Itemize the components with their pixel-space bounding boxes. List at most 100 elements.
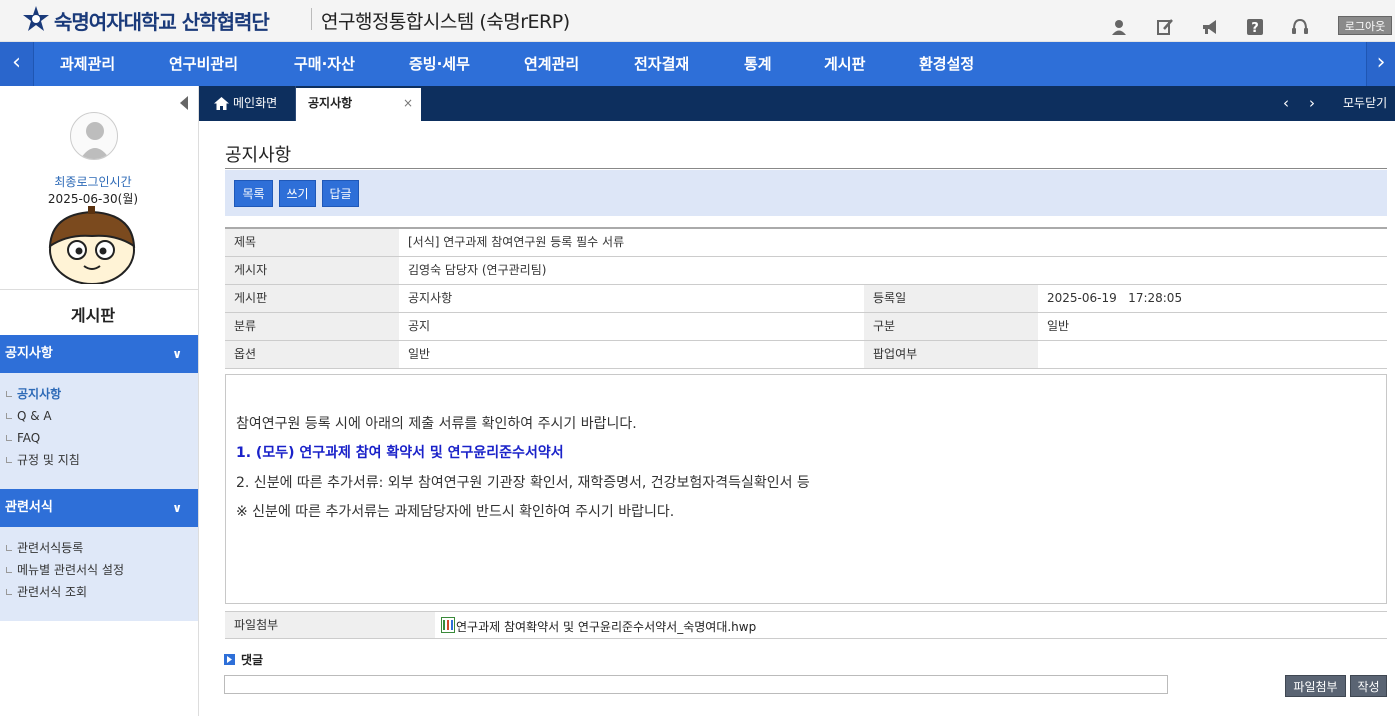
home-icon: [214, 97, 229, 110]
sidebar-item-form-menu-setting[interactable]: 메뉴별 관련서식 설정: [0, 559, 198, 581]
nav-prev-button[interactable]: ‹: [0, 42, 34, 86]
sidebar-collapse-icon[interactable]: [180, 96, 188, 110]
sidebar-item-rules[interactable]: 규정 및 지침: [0, 449, 198, 471]
table-row: 제목 [서식] 연구과제 참여연구원 등록 필수 서류: [225, 229, 1387, 257]
table-row: 게시자 김영숙 담당자 (연구관리팀): [225, 257, 1387, 285]
last-login-label: 최종로그인시간: [54, 175, 132, 189]
tab-home-label: 메인화면: [233, 96, 278, 110]
comment-attach-button[interactable]: 파일첨부: [1285, 675, 1346, 697]
sidebar: 최종로그인시간 2025-06-30(월) 게시판 공지사항 ∨ 공지사항 Q …: [0, 86, 199, 716]
option-value: 일반: [408, 347, 431, 361]
headset-icon[interactable]: [1291, 18, 1309, 36]
table-row: 분류 공지 구분 일반: [225, 313, 1387, 341]
org-name: 숙명여자대학교 산학협력단: [54, 10, 270, 34]
sidebar-item-form-search[interactable]: 관련서식 조회: [0, 581, 198, 603]
chevron-down-icon: ∨: [172, 501, 182, 515]
sidebar-section-notice[interactable]: 공지사항 ∨: [0, 335, 198, 373]
header-divider: [311, 8, 312, 30]
main-nav: ‹ 과제관리 연구비관리 구매·자산 증빙·세무 연계관리 전자결재 통계 게시…: [0, 42, 1395, 86]
tab-notice[interactable]: 공지사항 ×: [296, 88, 421, 121]
svg-text:?: ?: [1251, 21, 1259, 36]
post-info-table: 제목 [서식] 연구과제 참여연구원 등록 필수 서류 게시자 김영숙 담당자 …: [225, 227, 1387, 369]
table-row: 옵션 일반 팝업여부: [225, 341, 1387, 369]
tab-bar: 메인화면 공지사항 × ‹ › 모두닫기: [199, 86, 1395, 121]
megaphone-icon[interactable]: [1201, 18, 1219, 36]
action-toolbar: 목록 쓰기 답글: [225, 170, 1387, 216]
tab-home[interactable]: 메인화면: [199, 86, 296, 121]
category-value: 공지: [408, 319, 431, 333]
tab-next-icon[interactable]: ›: [1309, 86, 1315, 121]
write-button[interactable]: 쓰기: [279, 180, 316, 207]
list-button[interactable]: 목록: [234, 180, 273, 207]
sidebar-item-faq[interactable]: FAQ: [0, 427, 198, 449]
subject-label: 제목: [225, 229, 399, 256]
close-all-tabs-button[interactable]: 모두닫기: [1343, 86, 1387, 121]
attachment-label: 파일첨부: [225, 612, 435, 638]
comment-submit-button[interactable]: 작성: [1350, 675, 1387, 697]
sidebar-title: 게시판: [70, 306, 116, 325]
sidebar-section-forms-items: 관련서식등록 메뉴별 관련서식 설정 관련서식 조회: [0, 527, 198, 621]
content-line-highlight: 1. (모두) 연구과제 참여 확약서 및 연구윤리준수서약서: [236, 445, 564, 461]
hwp-file-icon: [441, 617, 455, 633]
nav-item-board[interactable]: 게시판: [824, 42, 865, 86]
nav-item-approval[interactable]: 전자결재: [634, 42, 689, 86]
category-label: 분류: [225, 313, 399, 340]
option-label: 옵션: [225, 341, 399, 368]
last-login-value: 2025-06-30(월): [47, 192, 139, 206]
nav-item-stats[interactable]: 통계: [744, 42, 772, 86]
comment-label: 댓글: [241, 653, 264, 667]
board-label: 게시판: [225, 285, 399, 312]
nav-item-link[interactable]: 연계관리: [524, 42, 579, 86]
post-content: 참여연구원 등록 시에 아래의 제출 서류를 확인하여 주시기 바랍니다. 1.…: [225, 374, 1387, 604]
sidebar-section-forms[interactable]: 관련서식 ∨: [0, 489, 198, 527]
page-title-underline: [225, 168, 1387, 169]
tab-prev-icon[interactable]: ‹: [1283, 86, 1289, 121]
system-name: 연구행정통합시스템 (숙명rERP): [321, 11, 570, 33]
table-row: 게시판 공지사항 등록일 2025-06-19 17:28:05: [225, 285, 1387, 313]
sidebar-divider: [0, 289, 198, 290]
nav-item-funds[interactable]: 연구비관리: [169, 42, 238, 86]
popup-value: [1038, 341, 1047, 368]
page-title: 공지사항: [225, 145, 292, 166]
acorn-mascot-icon: [48, 206, 136, 284]
edit-icon[interactable]: [1156, 18, 1174, 36]
nav-item-tax[interactable]: 증빙·세무: [409, 42, 470, 86]
type-value: 일반: [1047, 319, 1070, 333]
help-icon[interactable]: ?: [1246, 18, 1264, 36]
top-header: 숙명여자대학교 산학협력단 연구행정통합시스템 (숙명rERP) ? 로그아웃: [0, 0, 1395, 42]
nav-next-button[interactable]: ›: [1366, 42, 1395, 86]
content-line: ※ 신분에 따른 추가서류는 과제담당자에 반드시 확인하여 주시기 바랍니다.: [236, 504, 675, 520]
author-value: 김영숙 담당자 (연구관리팀): [408, 263, 547, 277]
content-line: 2. 신분에 따른 추가서류: 외부 참여연구원 기관장 확인서, 재학증명서,…: [236, 475, 810, 491]
user-icon[interactable]: [1111, 18, 1129, 36]
sidebar-item-form-register[interactable]: 관련서식등록: [0, 537, 198, 559]
sidebar-section-label: 공지사항: [5, 346, 53, 361]
sidebar-item-qna[interactable]: Q & A: [0, 405, 198, 427]
nav-item-purchase[interactable]: 구매·자산: [294, 42, 355, 86]
reply-button[interactable]: 답글: [322, 180, 359, 207]
avatar-silhouette-icon: [80, 122, 110, 159]
university-logo-icon: [23, 6, 49, 31]
regdate-value: 2025-06-19 17:28:05: [1047, 291, 1183, 305]
chevron-down-icon: ∨: [172, 347, 182, 361]
logout-button[interactable]: 로그아웃: [1338, 16, 1392, 35]
subject-value: [서식] 연구과제 참여연구원 등록 필수 서류: [408, 235, 625, 249]
popup-label: 팝업여부: [864, 341, 1038, 368]
author-label: 게시자: [225, 257, 399, 284]
nav-item-settings[interactable]: 환경설정: [919, 42, 974, 86]
nav-item-project[interactable]: 과제관리: [60, 42, 115, 86]
type-label: 구분: [864, 313, 1038, 340]
close-icon[interactable]: ×: [403, 88, 413, 119]
sidebar-section-notice-items: 공지사항 Q & A FAQ 규정 및 지침: [0, 373, 198, 489]
sidebar-item-notice[interactable]: 공지사항: [0, 383, 198, 405]
content-line: 참여연구원 등록 시에 아래의 제출 서류를 확인하여 주시기 바랍니다.: [236, 416, 637, 432]
regdate-label: 등록일: [864, 285, 1038, 312]
board-value: 공지사항: [408, 291, 453, 305]
attachment-file-link[interactable]: 연구과제 참여확약서 및 연구윤리준수서약서_숙명여대.hwp: [456, 612, 756, 642]
avatar: [70, 112, 118, 160]
comment-input[interactable]: [224, 675, 1168, 694]
arrow-right-icon: [224, 654, 235, 665]
sidebar-section-label: 관련서식: [5, 500, 53, 515]
tab-notice-label: 공지사항: [308, 96, 353, 110]
attachment-row: 파일첨부 연구과제 참여확약서 및 연구윤리준수서약서_숙명여대.hwp: [225, 611, 1387, 639]
